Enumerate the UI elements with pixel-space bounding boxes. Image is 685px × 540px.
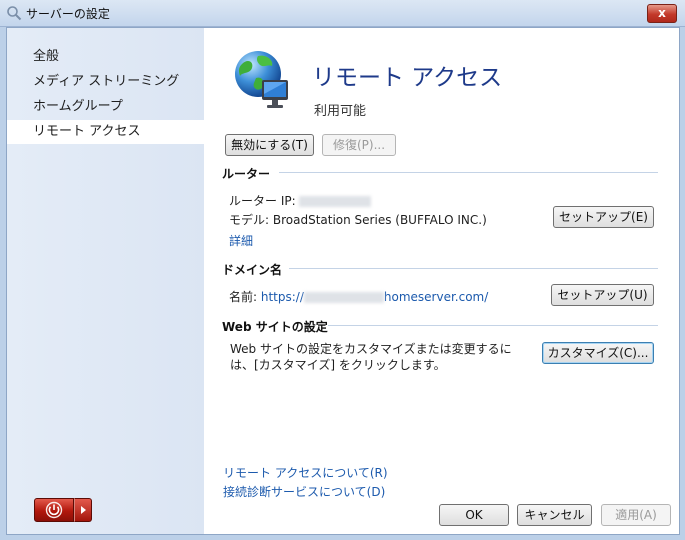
router-model: モデル: BroadStation Series (BUFFALO INC.) [229,213,487,227]
close-button[interactable]: x [647,4,677,23]
router-separator [279,172,658,173]
domain-url-suffix: homeserver.com/ [383,290,489,304]
repair-button[interactable]: 修復(P)... [322,134,396,156]
sidebar-item-general[interactable]: 全般 [7,45,204,69]
apply-button[interactable]: 適用(A) [601,504,671,526]
window-body: 全般 メディア ストリーミング ホームグループ リモート アクセス リモート ア… [6,27,680,535]
router-ip-label: ルーター IP: [229,194,296,208]
router-setup-button[interactable]: セットアップ(E) [553,206,654,228]
power-control [34,498,92,522]
power-icon [45,501,63,519]
website-separator [328,325,658,326]
domain-url-redacted [303,292,384,303]
disable-button[interactable]: 無効にする(T) [225,134,314,156]
globe-monitor-icon [235,51,288,108]
domain-setup-button[interactable]: セットアップ(U) [551,284,654,306]
customize-button[interactable]: カスタマイズ(C)... [542,342,654,364]
sidebar-item-remote-access[interactable]: リモート アクセス [7,120,204,144]
domain-name-row: 名前: https:// homeserver.com/ [229,288,488,305]
sidebar: 全般 メディア ストリーミング ホームグループ リモート アクセス [7,28,204,534]
sidebar-item-homegroup[interactable]: ホームグループ [7,95,204,119]
website-description: Web サイトの設定をカスタマイズまたは変更するには、[カスタマイズ] をクリッ… [230,342,512,372]
domain-name-label: 名前: [229,290,258,304]
website-header: Web サイトの設定 [222,320,328,334]
domain-header: ドメイン名 [222,263,283,277]
domain-url-link[interactable]: https:// homeserver.com/ [261,290,488,304]
status-text: 利用可能 [314,104,367,119]
ok-button[interactable]: OK [439,504,509,526]
main-panel: リモート アクセス 利用可能 無効にする(T) 修復(P)... ルーター ルー… [204,28,679,534]
power-options-button[interactable] [74,498,92,522]
about-diagnostics-link[interactable]: 接続診断サービスについて(D) [223,483,385,500]
page-title: リモート アクセス [312,65,503,91]
window-title: サーバーの設定 [26,7,110,21]
router-details-link[interactable]: 詳細 [229,232,253,249]
title-bar: サーバーの設定 x [0,0,685,27]
router-ip-value [299,196,372,207]
router-header: ルーター [222,167,271,181]
domain-url-prefix: https:// [260,290,304,304]
router-ip-row: ルーター IP: [229,192,372,209]
arrow-right-icon [81,506,86,514]
sidebar-item-media-streaming[interactable]: メディア ストリーミング [7,70,204,94]
about-remote-access-link[interactable]: リモート アクセスについて(R) [223,464,388,481]
domain-separator [289,268,658,269]
search-icon [7,6,22,21]
power-button[interactable] [34,498,74,522]
cancel-button[interactable]: キャンセル [517,504,592,526]
